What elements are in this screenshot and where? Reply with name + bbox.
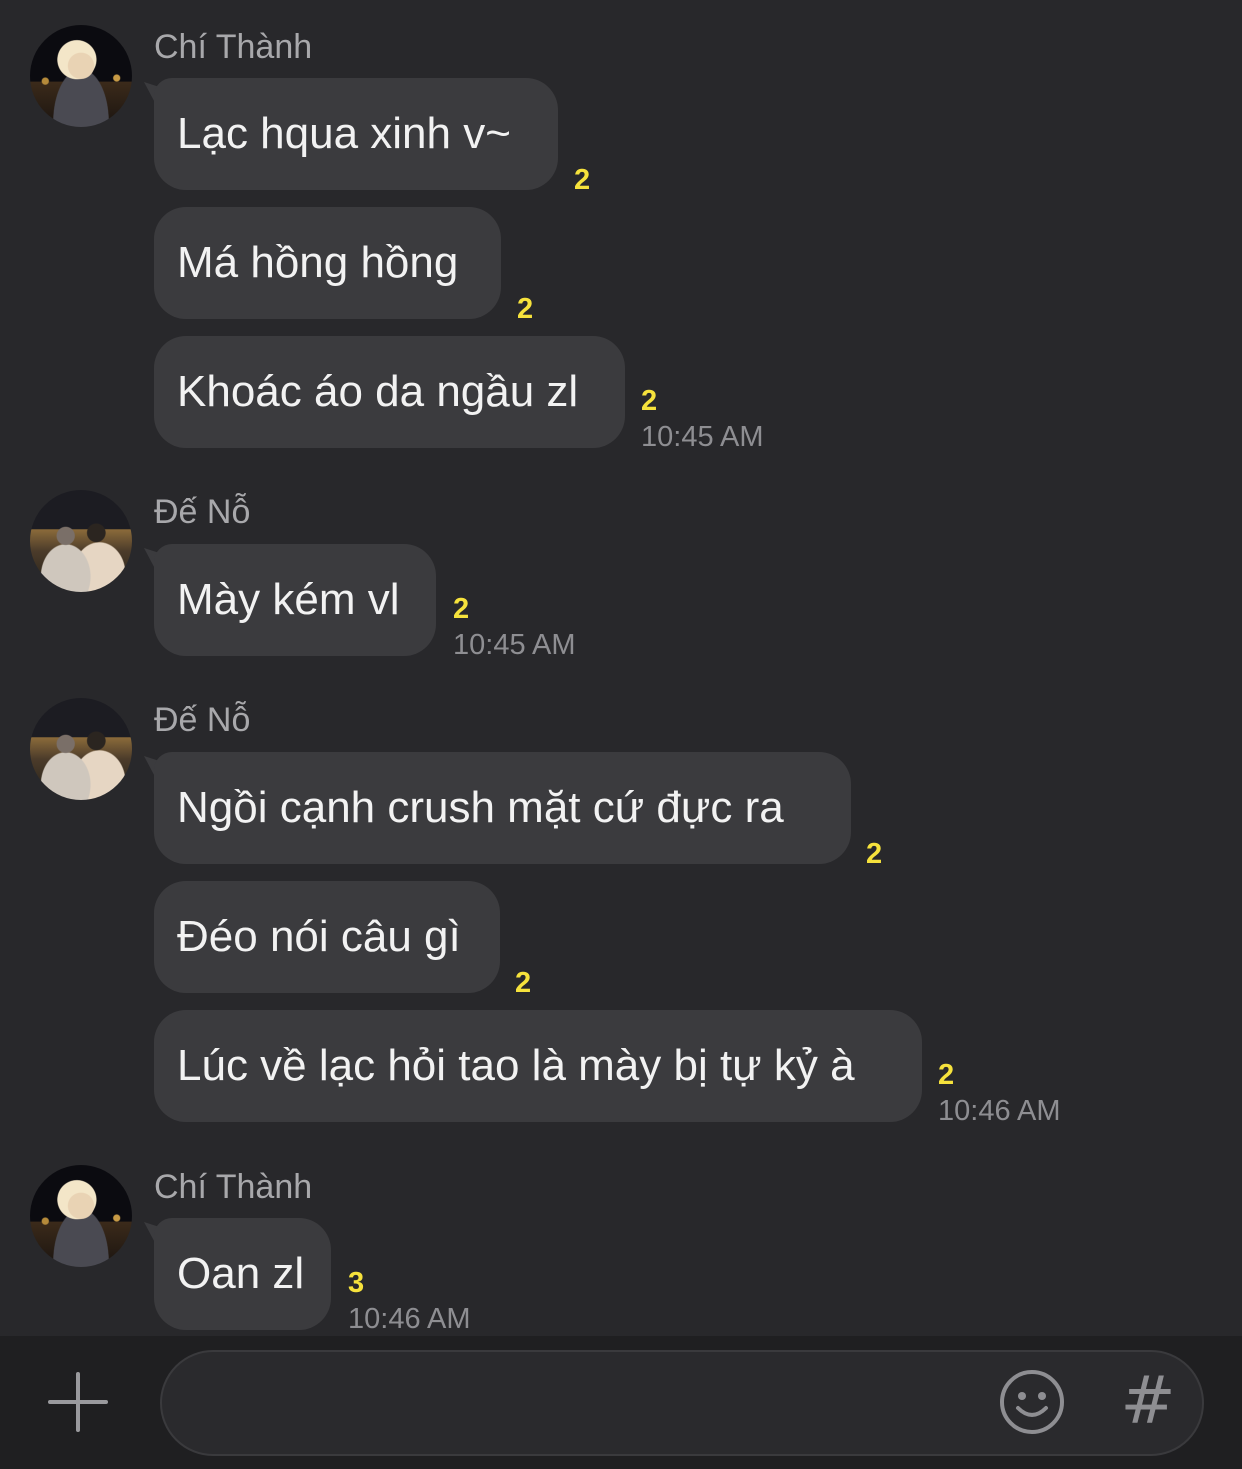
add-attachment-button[interactable]: [48, 1372, 108, 1432]
message-text: Oan zl: [177, 1249, 305, 1298]
emoji-button[interactable]: [998, 1368, 1066, 1436]
message-bubble[interactable]: Ngồi cạnh crush mặt cứ đực ra: [154, 752, 851, 864]
avatar[interactable]: [30, 25, 132, 127]
smiley-icon: [1000, 1370, 1064, 1434]
message-text: Lạc hqua xinh v~: [177, 109, 511, 158]
message-bubble[interactable]: Mày kém vl: [154, 544, 436, 656]
message-text: Ngồi cạnh crush mặt cứ đực ra: [177, 783, 784, 832]
message-bubble[interactable]: Khoác áo da ngầu zl: [154, 336, 625, 448]
message-text: Lúc về lạc hỏi tao là mày bị tự kỷ à: [177, 1041, 855, 1090]
avatar[interactable]: [30, 490, 132, 592]
unread-count: 2: [453, 593, 470, 625]
unread-count: 3: [348, 1267, 365, 1299]
unread-count: 2: [574, 164, 591, 196]
unread-count: 2: [866, 838, 883, 870]
message-text: Khoác áo da ngầu zl: [177, 367, 579, 416]
message-bubble[interactable]: Má hồng hồng: [154, 207, 501, 319]
hashtag-button[interactable]: #: [1118, 1366, 1178, 1436]
avatar[interactable]: [30, 698, 132, 800]
sender-name: Đế Nỗ: [154, 493, 251, 531]
sender-name: Chí Thành: [154, 28, 313, 66]
timestamp: 10:46 AM: [348, 1303, 471, 1335]
timestamp: 10:45 AM: [641, 421, 764, 453]
message-bubble[interactable]: Oan zl: [154, 1218, 331, 1330]
unread-count: 2: [641, 385, 658, 417]
message-text: Má hồng hồng: [177, 238, 459, 287]
message-bubble[interactable]: Lúc về lạc hỏi tao là mày bị tự kỷ à: [154, 1010, 922, 1122]
timestamp: 10:46 AM: [938, 1095, 1061, 1127]
unread-count: 2: [515, 967, 532, 999]
sender-name: Chí Thành: [154, 1168, 313, 1206]
sender-name: Đế Nỗ: [154, 701, 251, 739]
message-text: Đéo nói câu gì: [177, 912, 461, 961]
message-bubble[interactable]: Đéo nói câu gì: [154, 881, 500, 993]
chat-message-list[interactable]: Chí Thành Lạc hqua xinh v~ 2 Má hồng hồn…: [0, 0, 1242, 1336]
timestamp: 10:45 AM: [453, 629, 576, 661]
plus-icon: [48, 1372, 108, 1432]
unread-count: 2: [517, 293, 534, 325]
avatar[interactable]: [30, 1165, 132, 1267]
message-bubble[interactable]: Lạc hqua xinh v~: [154, 78, 558, 190]
message-text: Mày kém vl: [177, 575, 400, 624]
unread-count: 2: [938, 1059, 955, 1091]
